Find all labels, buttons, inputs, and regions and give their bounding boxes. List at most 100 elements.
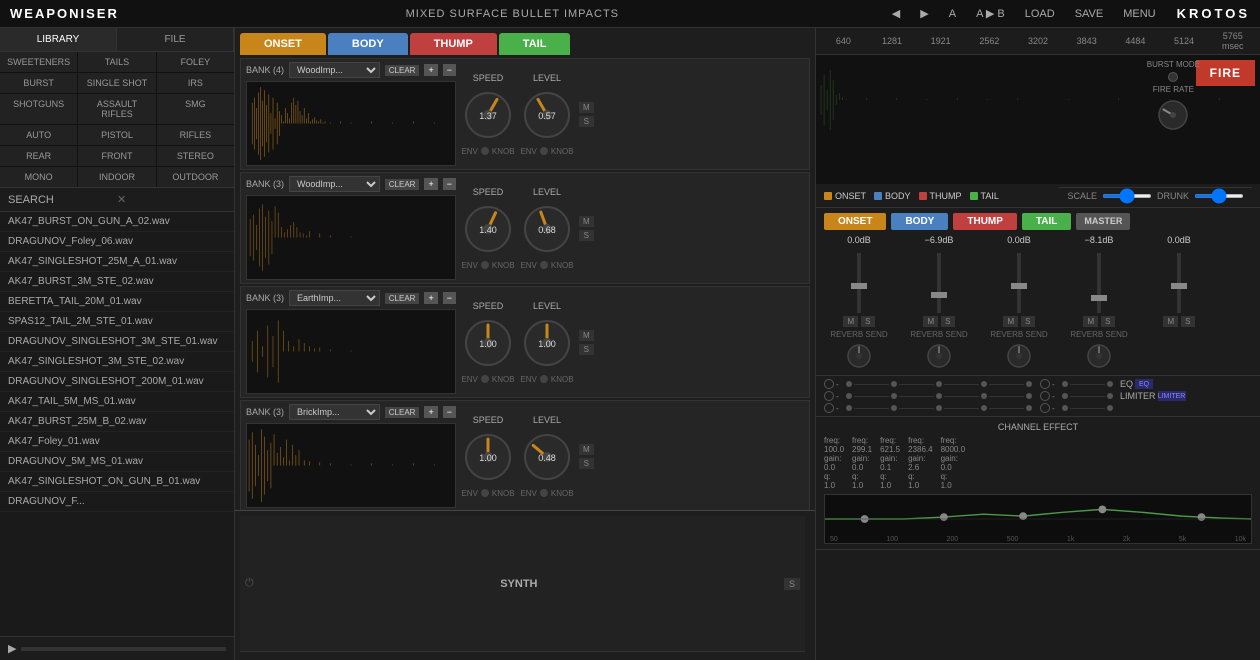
cat-shotguns[interactable]: SHOTGUNS bbox=[0, 94, 77, 124]
fader-track[interactable] bbox=[857, 253, 861, 313]
list-item[interactable]: AK47_SINGLESHOT_ON_GUN_B_01.wav bbox=[0, 472, 234, 492]
tab-file[interactable]: FILE bbox=[117, 28, 234, 51]
fx-power-btn[interactable] bbox=[824, 379, 834, 389]
remove-button[interactable]: − bbox=[443, 406, 456, 418]
cat-stereo[interactable]: STEREO bbox=[157, 146, 234, 166]
fx-power-btn[interactable] bbox=[824, 391, 834, 401]
bank-select[interactable]: BrickImp... bbox=[289, 404, 380, 420]
list-item[interactable]: AK47_BURST_ON_GUN_A_02.wav bbox=[0, 212, 234, 232]
tab-tail[interactable]: TAIL bbox=[499, 33, 571, 55]
fader-track[interactable] bbox=[1097, 253, 1101, 313]
fire-rate-knob[interactable] bbox=[1155, 97, 1191, 133]
fx-dot[interactable] bbox=[981, 393, 987, 399]
play-icon[interactable]: ▶ bbox=[8, 642, 16, 655]
mixer-tab-master[interactable]: MASTER bbox=[1076, 213, 1130, 230]
fx-dot[interactable] bbox=[981, 405, 987, 411]
s-button[interactable]: S bbox=[579, 344, 594, 355]
fx-dot[interactable] bbox=[846, 381, 852, 387]
speed-env-dot[interactable] bbox=[481, 489, 489, 497]
s-button[interactable]: S bbox=[579, 230, 594, 241]
fx-dot[interactable] bbox=[1026, 381, 1032, 387]
fx-power-btn[interactable] bbox=[824, 403, 834, 413]
cat-mono[interactable]: MONO bbox=[0, 167, 77, 187]
level-env-dot[interactable] bbox=[540, 261, 548, 269]
fx-dot[interactable] bbox=[1062, 393, 1068, 399]
eq-toggle[interactable]: EQ bbox=[1135, 379, 1153, 389]
load-button[interactable]: LOAD bbox=[1019, 6, 1061, 22]
cat-foley[interactable]: FOLEY bbox=[157, 52, 234, 72]
add-button[interactable]: + bbox=[424, 406, 437, 418]
tab-onset[interactable]: ONSET bbox=[240, 33, 326, 55]
m-button[interactable]: M bbox=[579, 444, 594, 455]
s-button[interactable]: S bbox=[579, 116, 594, 127]
fader-thumb[interactable] bbox=[931, 292, 947, 298]
cat-outdoor[interactable]: OUTDOOR bbox=[157, 167, 234, 187]
bank-select[interactable]: WoodImp... bbox=[289, 176, 380, 192]
list-item[interactable]: AK47_BURST_3M_STE_02.wav bbox=[0, 272, 234, 292]
level-knob[interactable]: 0.68 bbox=[520, 202, 574, 256]
cat-rifles[interactable]: RIFLES bbox=[157, 125, 234, 145]
channel-s-btn[interactable]: S bbox=[1021, 316, 1034, 327]
fire-button[interactable]: FIRE bbox=[1196, 60, 1255, 86]
mixer-tab-thump[interactable]: THUMP bbox=[953, 213, 1017, 230]
save-button[interactable]: SAVE bbox=[1069, 6, 1110, 22]
fader-thumb[interactable] bbox=[1171, 283, 1187, 289]
clear-button[interactable]: CLEAR bbox=[385, 179, 420, 190]
fx-power-btn[interactable] bbox=[1040, 403, 1050, 413]
add-button[interactable]: + bbox=[424, 178, 437, 190]
next-button[interactable]: ▶ bbox=[914, 5, 934, 22]
playback-scrubber[interactable] bbox=[21, 647, 226, 651]
clear-button[interactable]: CLEAR bbox=[385, 293, 420, 304]
fx-dot[interactable] bbox=[1062, 381, 1068, 387]
speed-knob[interactable]: 1.00 bbox=[461, 430, 515, 484]
reverb-knob[interactable] bbox=[845, 342, 873, 370]
cat-pistol[interactable]: PISTOL bbox=[78, 125, 155, 145]
speed-env-dot[interactable] bbox=[481, 375, 489, 383]
list-item[interactable]: DRAGUNOV_Foley_06.wav bbox=[0, 232, 234, 252]
level-knob[interactable]: 0.57 bbox=[520, 88, 574, 142]
list-item[interactable]: DRAGUNOV_5M_MS_01.wav bbox=[0, 452, 234, 472]
fx-dot[interactable] bbox=[936, 405, 942, 411]
fx-dot[interactable] bbox=[891, 381, 897, 387]
fader-thumb[interactable] bbox=[1091, 295, 1107, 301]
mixer-tab-onset[interactable]: ONSET bbox=[824, 213, 886, 230]
list-item[interactable]: DRAGUNOV_F... bbox=[0, 492, 234, 512]
tab-body[interactable]: BODY bbox=[328, 33, 408, 55]
list-item[interactable]: AK47_TAIL_5M_MS_01.wav bbox=[0, 392, 234, 412]
add-button[interactable]: + bbox=[424, 64, 437, 76]
fx-dot[interactable] bbox=[1107, 381, 1113, 387]
cat-assault-rifles[interactable]: ASSAULT RIFLES bbox=[78, 94, 155, 124]
speed-knob[interactable]: 1.00 bbox=[461, 316, 515, 370]
fader-thumb[interactable] bbox=[1011, 283, 1027, 289]
level-env-dot[interactable] bbox=[540, 147, 548, 155]
fx-dot[interactable] bbox=[846, 405, 852, 411]
channel-m-btn[interactable]: M bbox=[1083, 316, 1098, 327]
list-item[interactable]: DRAGUNOV_SINGLESHOT_3M_STE_01.wav bbox=[0, 332, 234, 352]
add-button[interactable]: + bbox=[424, 292, 437, 304]
ab-button[interactable]: A ▶ B bbox=[970, 5, 1011, 22]
cat-front[interactable]: FRONT bbox=[78, 146, 155, 166]
m-button[interactable]: M bbox=[579, 330, 594, 341]
cat-irs[interactable]: IRS bbox=[157, 73, 234, 93]
channel-s-btn[interactable]: S bbox=[861, 316, 874, 327]
fader-track[interactable] bbox=[1177, 253, 1181, 313]
remove-button[interactable]: − bbox=[443, 178, 456, 190]
list-item[interactable]: AK47_BURST_25M_B_02.wav bbox=[0, 412, 234, 432]
channel-s-btn[interactable]: S bbox=[1101, 316, 1114, 327]
fx-power-btn[interactable] bbox=[1040, 379, 1050, 389]
fx-dot[interactable] bbox=[936, 381, 942, 387]
menu-button[interactable]: MENU bbox=[1117, 6, 1161, 22]
level-knob[interactable]: 1.00 bbox=[520, 316, 574, 370]
mixer-tab-body[interactable]: BODY bbox=[891, 213, 948, 230]
fx-dot[interactable] bbox=[1026, 405, 1032, 411]
clear-button[interactable]: CLEAR bbox=[385, 407, 420, 418]
tab-thump[interactable]: THUMP bbox=[410, 33, 497, 55]
channel-m-btn[interactable]: M bbox=[843, 316, 858, 327]
bank-select[interactable]: WoodImp... bbox=[289, 62, 380, 78]
tab-library[interactable]: LIBRARY bbox=[0, 28, 117, 51]
fx-dot[interactable] bbox=[891, 405, 897, 411]
speed-env-dot[interactable] bbox=[481, 261, 489, 269]
speed-env-dot[interactable] bbox=[481, 147, 489, 155]
search-clear-icon[interactable]: ✕ bbox=[117, 193, 226, 206]
prev-button[interactable]: ◀ bbox=[886, 5, 906, 22]
